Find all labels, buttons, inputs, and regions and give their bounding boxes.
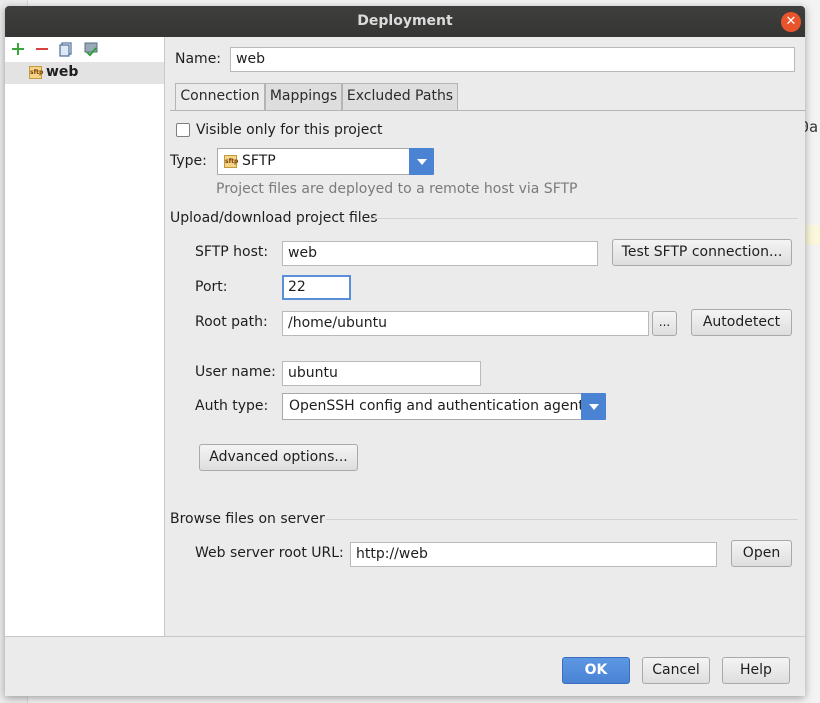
advanced-options-button[interactable]: Advanced options... <box>199 444 358 471</box>
sftp-icon: sftp <box>29 66 43 79</box>
server-list-item[interactable]: sftp web <box>5 62 164 84</box>
ok-button[interactable]: OK <box>562 657 630 684</box>
browse-section-title: Browse files on server <box>170 511 325 527</box>
user-name-label: User name: <box>195 364 276 380</box>
upload-section-title: Upload/download project files <box>170 210 378 226</box>
title-bar[interactable]: Deployment ✕ <box>5 6 805 37</box>
type-hint: Project files are deployed to a remote h… <box>216 181 578 197</box>
visible-only-label: Visible only for this project <box>196 122 383 138</box>
type-label: Type: <box>170 153 207 169</box>
help-button[interactable]: Help <box>722 657 790 684</box>
add-icon[interactable] <box>9 40 27 58</box>
sftp-icon: sftp <box>224 155 238 168</box>
web-root-url-label: Web server root URL: <box>195 545 344 561</box>
root-path-input[interactable]: /home/ubuntu <box>282 311 649 336</box>
check-icon[interactable] <box>82 40 100 58</box>
chevron-down-icon <box>581 393 606 420</box>
copy-icon[interactable] <box>57 40 75 58</box>
server-item-label: web <box>46 64 79 80</box>
auth-type-label: Auth type: <box>195 398 269 414</box>
root-path-label: Root path: <box>195 314 268 330</box>
browse-root-path-button[interactable]: ... <box>652 311 677 336</box>
web-root-url-input[interactable]: http://web <box>350 542 717 567</box>
tab-excluded-paths[interactable]: Excluded Paths <box>342 83 458 110</box>
close-icon: ✕ <box>785 14 797 29</box>
open-button[interactable]: Open <box>731 540 792 567</box>
chevron-down-icon <box>409 148 434 175</box>
sftp-host-label: SFTP host: <box>195 244 269 260</box>
server-list-panel: sftp web <box>5 37 165 637</box>
tab-mappings[interactable]: Mappings <box>265 83 342 110</box>
dialog-title: Deployment <box>357 13 453 29</box>
test-connection-button[interactable]: Test SFTP connection... <box>612 239 792 266</box>
port-input[interactable]: 22 <box>282 275 351 300</box>
upload-section-divider <box>370 218 798 219</box>
remove-icon[interactable] <box>33 40 51 58</box>
cancel-button[interactable]: Cancel <box>642 657 710 684</box>
name-label: Name: <box>175 51 222 67</box>
type-value: SFTP <box>242 153 276 169</box>
visible-only-checkbox[interactable] <box>176 123 190 137</box>
sftp-host-input[interactable]: web <box>282 241 598 266</box>
footer-divider <box>5 636 805 637</box>
tab-connection[interactable]: Connection <box>175 83 265 111</box>
type-select[interactable]: sftp SFTP <box>217 148 434 175</box>
name-input[interactable]: web <box>230 47 795 72</box>
autodetect-button[interactable]: Autodetect <box>691 309 792 336</box>
auth-type-value: OpenSSH config and authentication agent <box>289 398 584 414</box>
auth-type-select[interactable]: OpenSSH config and authentication agent <box>282 393 606 420</box>
user-name-input[interactable]: ubuntu <box>282 361 481 386</box>
server-list-toolbar <box>5 37 165 61</box>
close-button[interactable]: ✕ <box>781 12 801 32</box>
deployment-dialog: Deployment ✕ sftp web Name: web Connecti… <box>5 6 805 696</box>
tab-divider <box>170 110 805 111</box>
port-label: Port: <box>195 279 228 295</box>
browse-section-divider <box>326 519 798 520</box>
